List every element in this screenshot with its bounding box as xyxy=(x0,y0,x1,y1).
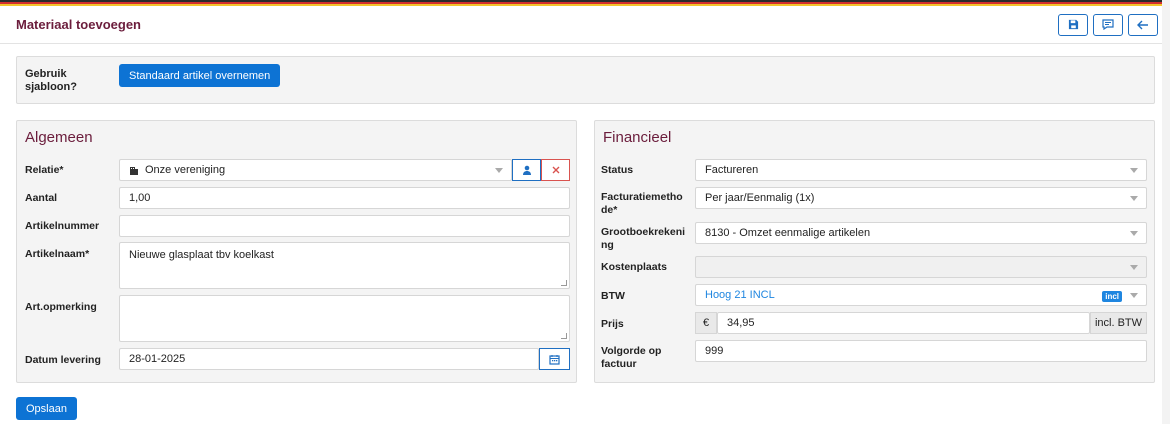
financieel-card: Financieel Status Factureren Facturatiem… xyxy=(594,120,1155,383)
page-title: Materiaal toevoegen xyxy=(16,17,141,32)
algemeen-card: Algemeen Relatie* Onze vereniging Aantal… xyxy=(16,120,577,383)
resize-grip-icon[interactable] xyxy=(561,333,567,339)
select-relation-button[interactable] xyxy=(512,159,541,181)
save-icon-button[interactable] xyxy=(1058,13,1088,36)
datum-value: 28-01-2025 xyxy=(129,353,186,365)
user-icon xyxy=(522,165,531,175)
back-button[interactable] xyxy=(1128,13,1158,36)
chevron-down-icon xyxy=(1130,168,1138,173)
template-label: Gebruik sjabloon? xyxy=(25,68,77,93)
calendar-icon xyxy=(549,354,560,365)
volgorde-value: 999 xyxy=(705,345,724,357)
chevron-down-icon xyxy=(495,168,503,173)
methode-label: Facturatiemethode* xyxy=(601,191,683,216)
relatie-label: Relatie* xyxy=(25,164,64,176)
flag-stripe xyxy=(0,0,1170,6)
relatie-select[interactable]: Onze vereniging xyxy=(119,159,512,181)
resize-grip-icon[interactable] xyxy=(561,280,567,286)
currency-addon: € xyxy=(695,312,717,334)
datum-input[interactable]: 28-01-2025 xyxy=(119,348,539,370)
save-icon xyxy=(1068,19,1078,30)
building-icon xyxy=(130,167,138,175)
grootboek-select[interactable]: 8130 - Omzet eenmalige artikelen xyxy=(695,222,1147,244)
chevron-down-icon xyxy=(1130,265,1138,270)
datepicker-button[interactable] xyxy=(539,348,570,370)
btw-select[interactable]: Hoog 21 INCL incl xyxy=(695,284,1147,306)
close-icon xyxy=(552,166,559,174)
comment-button[interactable] xyxy=(1093,13,1123,36)
incl-badge: incl xyxy=(1102,291,1122,302)
artikelnaam-label: Artikelnaam* xyxy=(25,248,90,260)
status-value: Factureren xyxy=(705,164,759,176)
opmerking-label: Art.opmerking xyxy=(25,301,97,313)
arrow-left-icon xyxy=(1137,20,1148,29)
comment-icon xyxy=(1102,19,1114,30)
prijs-value: 34,95 xyxy=(727,317,755,329)
status-label: Status xyxy=(601,164,634,176)
methode-value: Per jaar/Eenmalig (1x) xyxy=(705,192,815,204)
artikelnaam-textarea[interactable]: Nieuwe glasplaat tbv koelkast xyxy=(119,242,570,289)
kostenplaats-label: Kostenplaats xyxy=(601,261,667,273)
page-header: Materiaal toevoegen xyxy=(0,6,1170,44)
datum-label: Datum levering xyxy=(25,354,101,366)
grootboek-label: Grootboekrekening xyxy=(601,226,686,251)
relatie-value: Onze vereniging xyxy=(145,164,226,176)
volgorde-input[interactable]: 999 xyxy=(695,340,1147,362)
volgorde-label: Volgorde op factuur xyxy=(601,345,662,370)
btw-value: Hoog 21 INCL xyxy=(705,289,775,301)
algemeen-heading: Algemeen xyxy=(25,129,93,146)
aantal-value: 1,00 xyxy=(129,192,151,204)
artikelnummer-input[interactable] xyxy=(119,215,570,237)
grootboek-value: 8130 - Omzet eenmalige artikelen xyxy=(705,227,871,239)
aantal-input[interactable]: 1,00 xyxy=(119,187,570,209)
opmerking-textarea[interactable] xyxy=(119,295,570,342)
clear-relation-button[interactable] xyxy=(541,159,570,181)
chevron-down-icon xyxy=(1130,231,1138,236)
prijs-label: Prijs xyxy=(601,318,624,330)
chevron-down-icon xyxy=(1130,196,1138,201)
save-button[interactable]: Opslaan xyxy=(16,397,77,420)
artikelnummer-label: Artikelnummer xyxy=(25,220,100,232)
chevron-down-icon xyxy=(1130,293,1138,298)
scrollbar[interactable] xyxy=(1162,0,1170,424)
financieel-heading: Financieel xyxy=(603,129,672,146)
kostenplaats-select[interactable] xyxy=(695,256,1147,278)
template-panel: Gebruik sjabloon? Standaard artikel over… xyxy=(16,56,1155,104)
methode-select[interactable]: Per jaar/Eenmalig (1x) xyxy=(695,187,1147,209)
btw-label: BTW xyxy=(601,290,625,302)
incl-btw-addon: incl. BTW xyxy=(1090,312,1147,334)
artikelnaam-value: Nieuwe glasplaat tbv koelkast xyxy=(129,249,274,261)
prijs-input[interactable]: 34,95 xyxy=(717,312,1090,334)
aantal-label: Aantal xyxy=(25,192,58,204)
status-select[interactable]: Factureren xyxy=(695,159,1147,181)
use-template-button[interactable]: Standaard artikel overnemen xyxy=(119,64,281,87)
